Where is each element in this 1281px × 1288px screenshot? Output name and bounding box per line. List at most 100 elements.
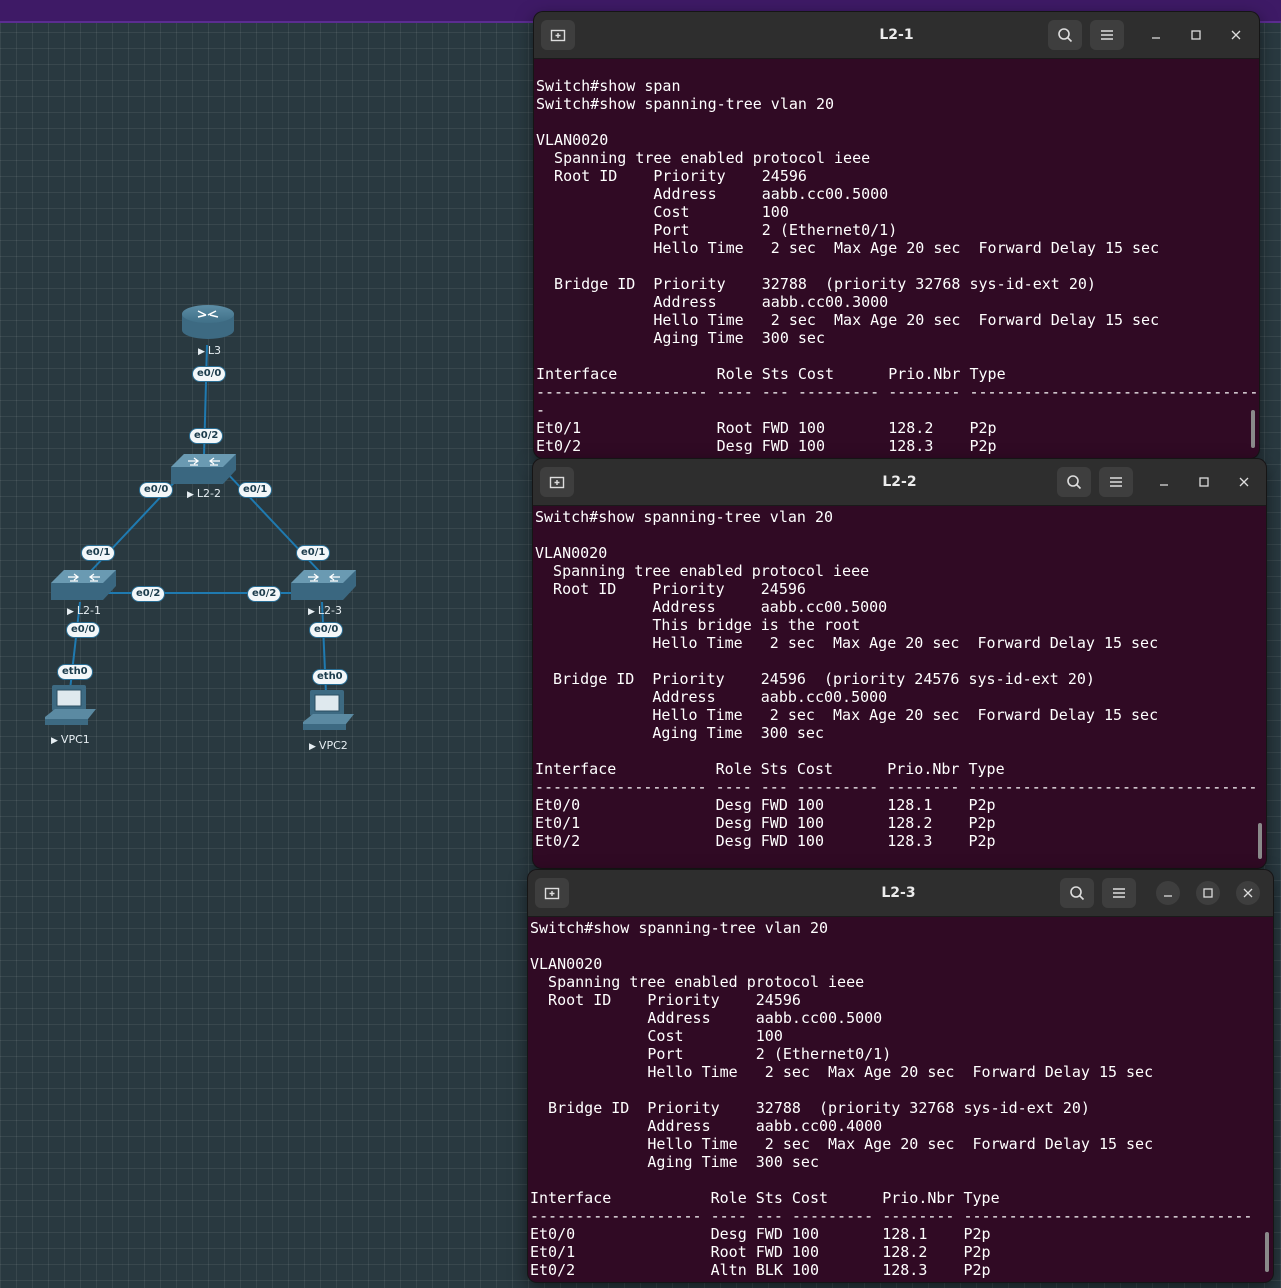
terminal-window-l2-2[interactable]: L2-2 Switch#show spanning-tree vlan 20 V… (533, 459, 1266, 868)
terminal-line: Hello Time 2 sec Max Age 20 sec Forward … (535, 706, 1159, 724)
terminal-window-l2-1[interactable]: L2-1 Switch#show span Switch#show spannin… (534, 12, 1259, 458)
scrollbar-thumb[interactable] (1251, 410, 1255, 448)
terminal-line: Et0/2 Desg FWD 100 128.3 P2p (535, 832, 996, 850)
close-icon[interactable] (1234, 472, 1254, 492)
terminal-line: Interface Role Sts Cost Prio.Nbr Type (530, 1189, 1000, 1207)
terminal-line: Root ID Priority 24596 (530, 991, 801, 1009)
scrollbar-thumb[interactable] (1258, 823, 1262, 859)
terminal-line: Switch#show spanning-tree vlan 20 (530, 919, 829, 937)
terminal-line: Hello Time 2 sec Max Age 20 sec Forward … (535, 634, 1159, 652)
terminal-line: Root ID Priority 24596 (536, 167, 807, 185)
hamburger-menu-icon[interactable] (1090, 20, 1124, 50)
maximize-icon[interactable] (1196, 881, 1220, 905)
terminal-line: Interface Role Sts Cost Prio.Nbr Type (536, 365, 1006, 383)
maximize-icon[interactable] (1194, 472, 1214, 492)
terminal-line: Switch#show span (536, 77, 681, 95)
node-label-l2-2: ▶ L2-2 (187, 487, 222, 500)
port-label: eth0 (312, 669, 348, 685)
close-icon[interactable] (1226, 25, 1246, 45)
terminal-line: Hello Time 2 sec Max Age 20 sec Forward … (530, 1135, 1154, 1153)
terminal-line: ------------------- ---- --- --------- -… (530, 1207, 1253, 1225)
terminal-output[interactable]: Switch#show spanning-tree vlan 20 VLAN00… (528, 917, 1273, 1282)
terminal-line: Et0/2 Altn BLK 100 128.3 P2p (530, 1261, 991, 1279)
terminal-line: Switch#show spanning-tree vlan 20 (536, 95, 835, 113)
terminal-line: Spanning tree enabled protocol ieee (536, 149, 871, 167)
pc-icon[interactable] (45, 685, 96, 725)
terminal-line: Hello Time 2 sec Max Age 20 sec Forward … (536, 239, 1160, 257)
port-label: eth0 (57, 664, 93, 680)
minimize-icon[interactable] (1156, 881, 1180, 905)
terminal-line: Et0/1 Desg FWD 100 128.2 P2p (535, 814, 996, 832)
terminal-output[interactable]: Switch#show spanning-tree vlan 20 VLAN00… (533, 506, 1266, 868)
pc-icon[interactable] (303, 690, 354, 730)
hamburger-menu-icon[interactable] (1102, 878, 1136, 908)
terminal-line: VLAN0020 (536, 131, 609, 149)
terminal-titlebar[interactable]: L2-1 (534, 12, 1259, 59)
terminal-titlebar[interactable]: L2-3 (528, 870, 1273, 917)
terminal-line: Et0/0 Desg FWD 100 128.1 P2p (530, 1225, 991, 1243)
terminal-line: Bridge ID Priority 24596 (priority 24576… (535, 670, 1095, 688)
terminal-line: - (536, 401, 546, 419)
terminal-line: Port 2 (Ethernet0/1) (530, 1045, 892, 1063)
terminal-line: Hello Time 2 sec Max Age 20 sec Forward … (530, 1063, 1154, 1081)
search-icon[interactable] (1060, 878, 1094, 908)
terminal-line: ------------------- ---- --- --------- -… (536, 383, 1259, 401)
node-label-vpc1: ▶ VPC1 (51, 733, 90, 746)
switch-icon[interactable] (291, 570, 356, 600)
close-icon[interactable] (1236, 881, 1260, 905)
terminal-line: Cost 100 (530, 1027, 783, 1045)
terminal-line: Address aabb.cc00.5000 (535, 688, 888, 706)
port-label: e0/0 (309, 622, 344, 638)
port-label: e0/2 (189, 428, 224, 444)
terminal-line: Bridge ID Priority 32788 (priority 32768… (536, 275, 1096, 293)
terminal-line: Interface Role Sts Cost Prio.Nbr Type (535, 760, 1005, 778)
terminal-line: Address aabb.cc00.5000 (535, 598, 888, 616)
terminal-line: Address aabb.cc00.5000 (536, 185, 889, 203)
node-label-l2-3: ▶ L2-3 (308, 604, 343, 617)
maximize-icon[interactable] (1186, 25, 1206, 45)
port-label: e0/1 (238, 482, 273, 498)
port-label: e0/0 (192, 366, 227, 382)
terminal-line: Cost 100 (536, 203, 789, 221)
router-icon[interactable] (182, 305, 234, 339)
minimize-icon[interactable] (1146, 25, 1166, 45)
terminal-line: Root ID Priority 24596 (535, 580, 806, 598)
terminal-window-l2-3[interactable]: L2-3 Switch#show spanning-tree vlan 20 V… (528, 870, 1273, 1282)
terminal-line: Et0/1 Root FWD 100 128.2 P2p (536, 419, 997, 437)
terminal-line: This bridge is the root (535, 616, 861, 634)
terminal-line: Aging Time 300 sec (535, 724, 824, 742)
scrollbar-thumb[interactable] (1265, 1232, 1269, 1272)
hamburger-menu-icon[interactable] (1099, 467, 1133, 497)
port-label: e0/1 (81, 545, 116, 561)
terminal-line: VLAN0020 (530, 955, 603, 973)
port-label: e0/2 (247, 586, 282, 602)
terminal-line: Aging Time 300 sec (536, 329, 825, 347)
search-icon[interactable] (1048, 20, 1082, 50)
port-label: e0/2 (131, 586, 166, 602)
node-label-vpc2: ▶ VPC2 (309, 739, 348, 752)
terminal-line: Switch#show spanning-tree vlan 20 (535, 508, 834, 526)
terminal-line: Address aabb.cc00.3000 (536, 293, 889, 311)
node-label-l2-1: ▶ L2-1 (67, 604, 102, 617)
terminal-line: Aging Time 300 sec (530, 1153, 819, 1171)
terminal-line: ------------------- ---- --- --------- -… (535, 778, 1258, 796)
terminal-titlebar[interactable]: L2-2 (533, 459, 1266, 506)
terminal-output[interactable]: Switch#show span Switch#show spanning-tre… (534, 59, 1259, 458)
switch-icon[interactable] (51, 570, 116, 600)
topology-canvas (45, 305, 356, 730)
minimize-icon[interactable] (1154, 472, 1174, 492)
terminal-line: Bridge ID Priority 32788 (priority 32768… (530, 1099, 1090, 1117)
search-icon[interactable] (1057, 467, 1091, 497)
port-label: e0/0 (66, 622, 101, 638)
terminal-line: VLAN0020 (535, 544, 608, 562)
terminal-line: Et0/1 Root FWD 100 128.2 P2p (530, 1243, 991, 1261)
switch-icon[interactable] (171, 454, 236, 484)
terminal-line: Port 2 (Ethernet0/1) (536, 221, 898, 239)
